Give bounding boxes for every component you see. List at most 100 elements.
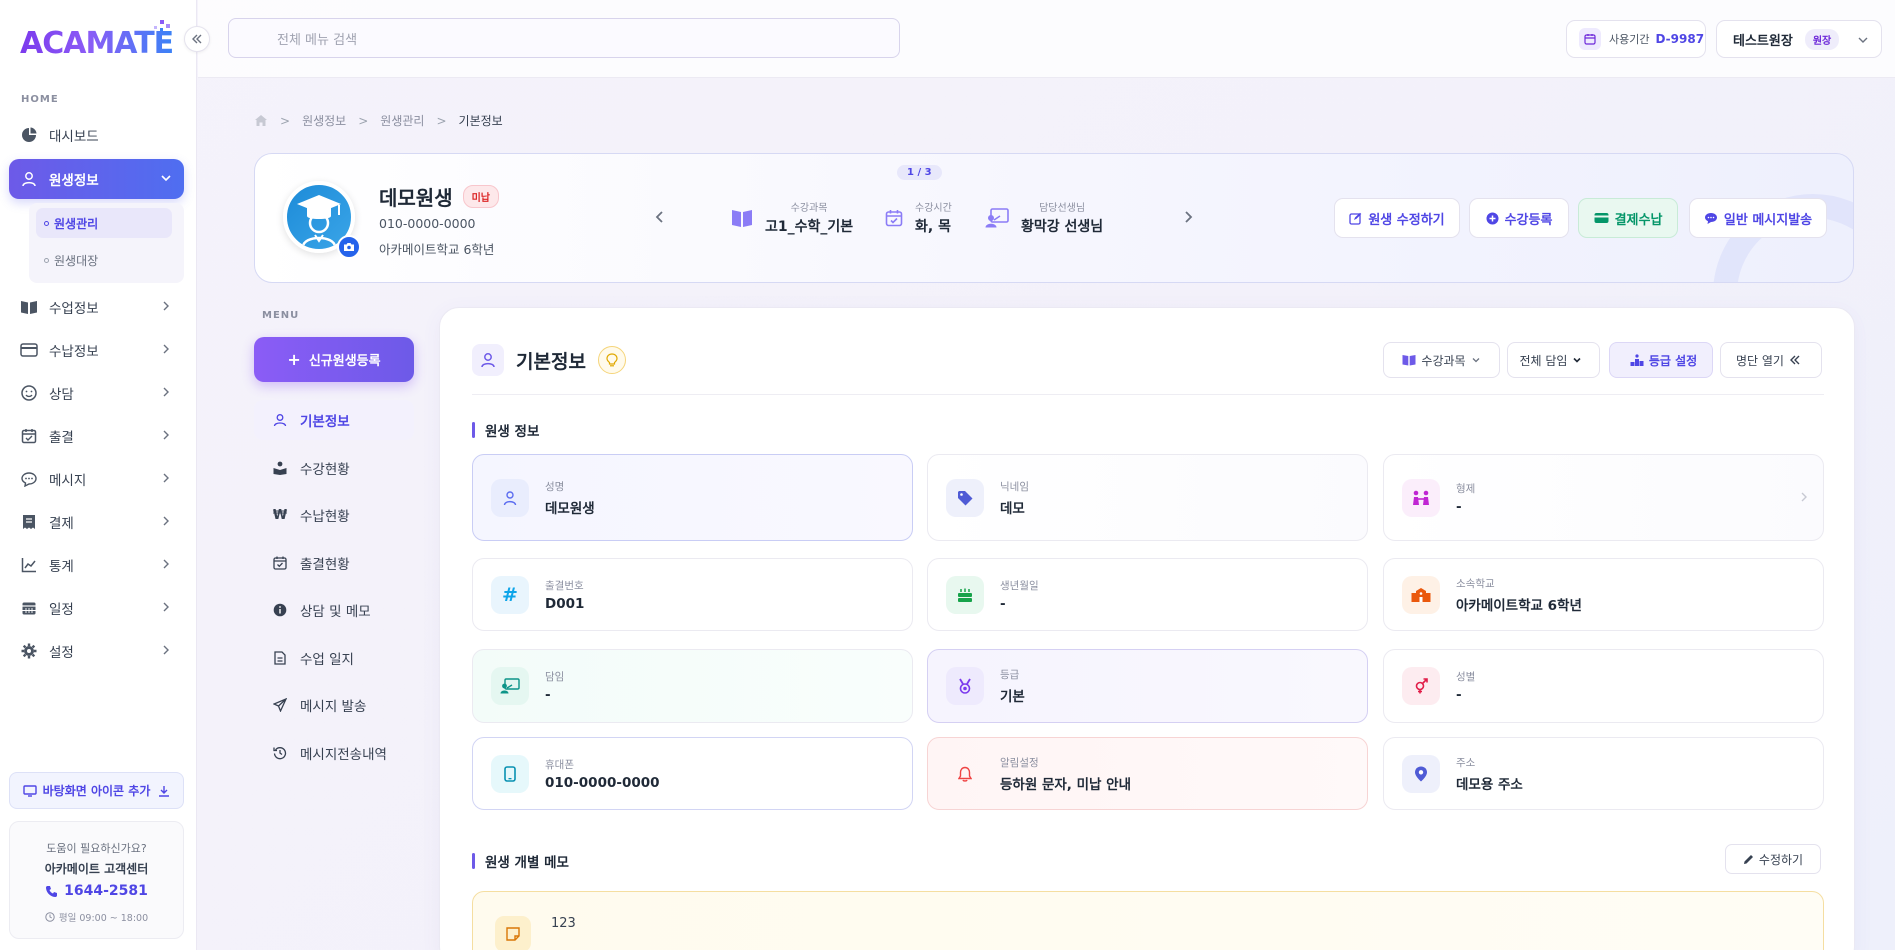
sidebar-subitem-student-manage[interactable]: 원생관리 (36, 208, 172, 238)
user-icon (22, 172, 36, 187)
field-attendance-number[interactable]: # 출결번호 D001 (472, 558, 913, 631)
chevron-down-icon (1573, 357, 1582, 363)
field-grade[interactable]: 등급 기본 (927, 649, 1368, 723)
sidebar-item-schedule[interactable]: 일정 (9, 588, 184, 628)
tag-icon (958, 490, 973, 505)
edit-student-label: 원생 수정하기 (1368, 212, 1445, 228)
send-message-label: 일반 메시지발송 (1723, 212, 1813, 228)
usage-period-label: 사용기간 (1609, 33, 1650, 46)
credit-card-icon (20, 343, 38, 357)
menu-item-class-log[interactable]: 수업 일지 (254, 638, 414, 678)
medal-icon (959, 678, 971, 694)
sidebar-item-message[interactable]: 메시지 (9, 459, 184, 499)
user-icon (503, 490, 517, 505)
home-icon[interactable] (254, 114, 268, 127)
history-icon (273, 747, 287, 760)
menu-item-send-message[interactable]: 메시지 발송 (254, 685, 414, 725)
course-filter-dropdown[interactable]: 수강과목 (1383, 342, 1500, 378)
change-photo-button[interactable] (337, 235, 361, 259)
homeroom-filter-select[interactable]: 전체 담임 (1507, 342, 1600, 378)
sidebar-item-dashboard[interactable]: 대시보드 (9, 115, 184, 155)
student-info-section-title: 원생 정보 (472, 420, 539, 440)
help-center-name: 아카메이트 고객센터 (44, 862, 149, 876)
send-icon (273, 698, 287, 712)
panel-title: 기본정보 (516, 350, 586, 373)
send-message-button[interactable]: 일반 메시지발송 (1689, 198, 1827, 238)
sidebar-item-label: 수납정보 (49, 344, 99, 360)
field-school[interactable]: 소속학교 아카메이트학교 6학년 (1383, 558, 1824, 631)
menu-item-message-history[interactable]: 메시지전송내역 (254, 733, 414, 773)
field-mobile[interactable]: 휴대폰 010-0000-0000 (472, 737, 913, 810)
location-pin-icon (1415, 766, 1427, 781)
sidebar-collapse-button[interactable] (184, 26, 210, 52)
book-icon (1402, 355, 1416, 366)
sidebar-item-class-info[interactable]: 수업정보 (9, 287, 184, 327)
new-student-button[interactable]: + 신규원생등록 (254, 337, 414, 382)
user-icon (481, 353, 495, 368)
sidebar-subitem-student-ledger[interactable]: 원생대장 (36, 245, 172, 275)
field-label: 성별 (1456, 671, 1476, 683)
clock-icon (45, 912, 55, 922)
tip-button[interactable] (597, 346, 626, 374)
field-nickname[interactable]: 닉네임 데모 (927, 454, 1368, 541)
sidebar-item-consult[interactable]: 상담 (9, 373, 184, 413)
field-value: - (1456, 498, 1462, 515)
chevron-right-icon (163, 602, 169, 612)
grade-settings-button[interactable]: 등급 설정 (1609, 342, 1713, 378)
next-course-button[interactable] (1173, 202, 1203, 232)
sidebar-item-payment-info[interactable]: 수납정보 (9, 330, 184, 370)
chevron-right-icon (163, 430, 169, 440)
field-homeroom[interactable]: 담임 - (472, 649, 913, 723)
sidebar-item-billing[interactable]: 결제 (9, 502, 184, 542)
field-address[interactable]: 주소 데모용 주소 (1383, 737, 1824, 810)
menu-item-label: 기본정보 (300, 414, 350, 430)
sidebar-submenu: 원생관리 원생대장 (29, 203, 184, 283)
app-logo[interactable]: ACAMATE (20, 20, 175, 61)
breadcrumb-item[interactable]: 원생관리 (380, 112, 424, 129)
field-value: - (1000, 595, 1006, 612)
help-phone[interactable]: 1644-2581 (10, 883, 183, 899)
sidebar-item-statistics[interactable]: 통계 (9, 545, 184, 585)
memo-box[interactable]: 123 (472, 891, 1824, 950)
field-gender[interactable]: 성별 - (1383, 649, 1824, 723)
menu-item-payment-status[interactable]: ₩ 수납현황 (254, 495, 414, 535)
sidebar-item-settings[interactable]: 설정 (9, 631, 184, 671)
course-teacher-value: 황막강 선생님 (1021, 219, 1104, 235)
bell-icon (958, 766, 972, 782)
menu-item-enrollment[interactable]: 수강현황 (254, 448, 414, 488)
breadcrumb-item[interactable]: 원생정보 (302, 112, 346, 129)
menu-item-attendance-status[interactable]: 출결현황 (254, 543, 414, 583)
payment-button[interactable]: 결제수납 (1578, 198, 1678, 238)
field-value: 기본 (1000, 689, 1025, 705)
logo-dots-icon (154, 20, 170, 31)
menu-item-consult-memo[interactable]: 상담 및 메모 (254, 590, 414, 630)
course-teacher-label: 담당선생님 (1039, 203, 1086, 214)
menu-item-label: 수납현황 (300, 509, 350, 525)
menu-section-label: MENU (262, 310, 300, 321)
help-center-card: 도움이 필요하신가요? 아카메이트 고객센터 1644-2581 평일 09:0… (9, 821, 184, 939)
enroll-course-button[interactable]: 수강등록 (1469, 198, 1569, 238)
chevron-right-icon (163, 559, 169, 569)
field-value: 010-0000-0000 (545, 774, 660, 791)
user-menu[interactable]: 테스트원장 원장 (1716, 20, 1882, 58)
edit-student-button[interactable]: 원생 수정하기 (1334, 198, 1460, 238)
field-siblings[interactable]: 형제 - (1383, 454, 1824, 541)
add-desktop-icon-button[interactable]: 바탕화면 아이콘 추가 (9, 772, 184, 809)
field-value: D001 (545, 595, 585, 612)
add-desktop-icon-label: 바탕화면 아이콘 추가 (42, 784, 151, 798)
help-question: 도움이 필요하신가요? (46, 842, 147, 855)
open-roster-button[interactable]: 명단 열기 (1720, 342, 1822, 378)
grade-settings-label: 등급 설정 (1648, 353, 1698, 368)
won-icon: ₩ (272, 507, 288, 523)
sidebar-item-attendance[interactable]: 출결 (9, 416, 184, 456)
edit-memo-button[interactable]: 수정하기 (1725, 844, 1821, 874)
field-birthdate[interactable]: 생년월일 - (927, 558, 1368, 631)
chevron-right-icon (1801, 492, 1807, 502)
field-name[interactable]: 성명 데모원생 (472, 454, 913, 541)
field-notification[interactable]: 알림설정 등하원 문자, 미납 안내 (927, 737, 1368, 810)
menu-search-input[interactable]: 전체 메뉴 검색 (228, 18, 900, 58)
prev-course-button[interactable] (645, 202, 675, 232)
menu-item-basic-info[interactable]: 기본정보 (254, 400, 414, 440)
sidebar-item-student-info[interactable]: 원생정보 (9, 159, 184, 199)
sidebar-item-label: 통계 (49, 559, 74, 575)
